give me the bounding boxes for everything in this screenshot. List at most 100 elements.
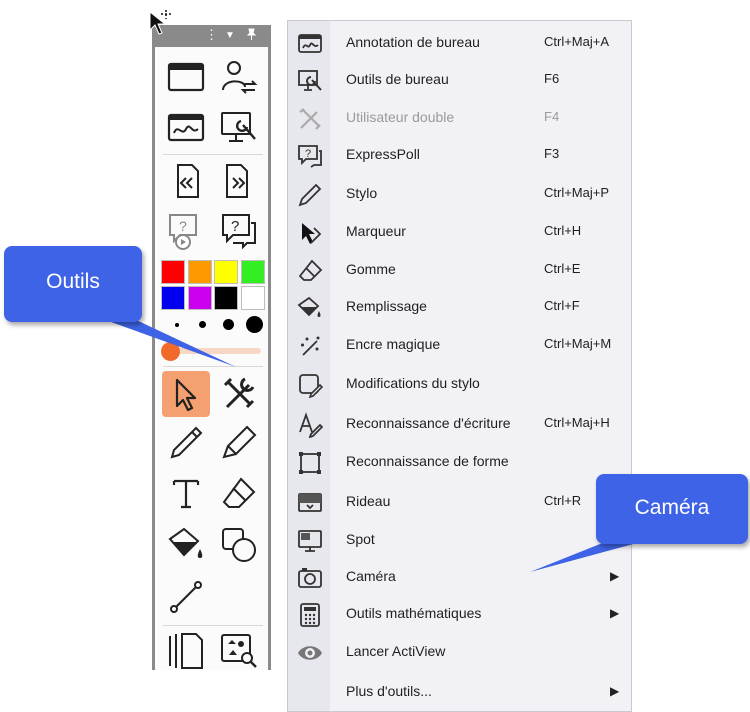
tools-icon (223, 377, 255, 409)
menu-item-curtain[interactable]: Rideau Ctrl+R (288, 484, 632, 520)
pen-tool-button[interactable] (166, 423, 206, 463)
callout-camera: Caméra (596, 474, 748, 544)
menu-item-shortcut: F6 (544, 71, 560, 86)
chevron-down-icon[interactable]: ▼ (225, 29, 235, 43)
menu-item-shortcut: Ctrl+H (544, 223, 582, 238)
color-swatch[interactable] (187, 286, 212, 310)
menu-item-handwriting-recognition[interactable]: Reconnaissance d'écriture Ctrl+Maj+H (288, 406, 632, 442)
callout-outils: Outils (4, 246, 142, 322)
menu-item-marker[interactable]: Marqueur Ctrl+H (288, 214, 632, 250)
color-swatch[interactable] (240, 260, 265, 284)
pen-size-m[interactable] (223, 319, 234, 330)
menu-item-camera[interactable]: Caméra ▶ (288, 559, 632, 595)
toolbar-separator (163, 154, 263, 155)
menu-item-eraser[interactable]: Gomme Ctrl+E (288, 252, 632, 288)
menu-item-label: Rideau (346, 493, 391, 509)
svg-text:?: ? (179, 218, 187, 234)
menu-item-label: Marqueur (346, 223, 406, 239)
fill-bucket-icon (168, 527, 203, 558)
menu-item-shortcut: Ctrl+Maj+P (544, 185, 610, 200)
menu-item-shortcut: Ctrl+R (544, 493, 582, 508)
color-swatch[interactable] (240, 286, 265, 310)
shapes-tool-button[interactable] (219, 525, 259, 565)
more-tools-icon (297, 680, 323, 706)
fill-bucket-icon (297, 295, 323, 321)
pin-icon[interactable] (245, 28, 258, 44)
desktop-annotation-icon (297, 31, 323, 57)
pen-size-l[interactable] (246, 316, 263, 333)
menu-item-desktop-tools[interactable]: Outils de bureau F6 (288, 62, 632, 98)
color-swatch[interactable] (214, 286, 238, 310)
menu-item-label: Annotation de bureau (346, 34, 480, 50)
pen-icon (297, 182, 323, 208)
eraser-icon (297, 258, 323, 284)
menu-item-magic-ink[interactable]: Encre magique Ctrl+Maj+M (288, 327, 632, 363)
next-page-button[interactable] (219, 161, 259, 201)
text-icon (172, 479, 200, 509)
curtain-icon (297, 490, 323, 516)
menu-item-pen[interactable]: Stylo Ctrl+Maj+P (288, 176, 632, 212)
expresspoll-button[interactable]: ? (219, 211, 259, 251)
menu-item-label: Outils mathématiques (346, 605, 482, 621)
menu-item-label: Utilisateur double (346, 109, 455, 125)
menu-item-label: Stylo (346, 185, 378, 201)
pen-size-s[interactable] (199, 321, 206, 328)
desktop-tools-button[interactable] (219, 107, 259, 147)
tools-context-menu: Annotation de bureau Ctrl+Maj+A Outils de … (287, 20, 632, 712)
menu-item-shape-recognition[interactable]: Reconnaissance de forme (288, 444, 632, 480)
eye-icon (297, 640, 323, 666)
resource-browser-button[interactable] (219, 630, 259, 670)
calculator-icon (297, 602, 323, 628)
menu-item-shortcut: Ctrl+F (544, 298, 580, 313)
opacity-slider-track[interactable] (169, 348, 261, 354)
tools-toolbar: ⋮ ▼ ? ? (152, 25, 271, 670)
eraser-tool-button[interactable] (219, 473, 259, 513)
menu-item-label: ExpressPoll (346, 146, 420, 162)
desktop-annotation-icon (167, 113, 205, 142)
connector-tool-button[interactable] (166, 577, 206, 617)
text-tool-button[interactable] (166, 473, 206, 513)
tools-button[interactable] (219, 373, 259, 413)
previous-page-button[interactable] (166, 161, 206, 201)
menu-item-label: Outils de bureau (346, 71, 449, 87)
expresspoll-play-button[interactable]: ? (166, 211, 206, 251)
user-switch-icon (222, 61, 258, 94)
submenu-arrow-icon: ▶ (610, 569, 620, 583)
menu-item-desktop-annotation[interactable]: Annotation de bureau Ctrl+Maj+A (288, 25, 632, 61)
select-arrow-icon (175, 378, 197, 412)
page-previous-icon (177, 164, 199, 198)
menu-item-shortcut: Ctrl+Maj+M (544, 336, 612, 351)
camera-icon (297, 565, 323, 591)
color-swatch[interactable] (161, 260, 185, 284)
pen-modifications-icon (297, 372, 324, 399)
color-swatch[interactable] (187, 260, 212, 284)
submenu-arrow-icon: ▶ (610, 684, 620, 698)
menu-item-shortcut: Ctrl+Maj+H (544, 415, 610, 430)
marker-icon (297, 220, 323, 246)
select-tool-button[interactable] (162, 371, 210, 417)
color-swatch[interactable] (161, 286, 185, 310)
menu-item-label: Gomme (346, 261, 396, 277)
menu-item-fill-bucket[interactable]: Remplissage Ctrl+F (288, 289, 632, 325)
menu-item-eye[interactable]: Lancer ActiView (288, 634, 632, 670)
fill-tool-button[interactable] (166, 525, 206, 565)
menu-item-expresspoll[interactable]: ? ExpressPoll F3 (288, 137, 632, 173)
desktop-annotation-button[interactable] (166, 107, 206, 147)
more-vertical-icon[interactable]: ⋮ (205, 28, 218, 42)
menu-item-shortcut: F3 (544, 146, 560, 161)
menu-item-calculator[interactable]: Outils mathématiques ▶ (288, 596, 632, 632)
page-browser-button[interactable] (166, 630, 206, 670)
color-swatch[interactable] (214, 260, 238, 284)
pen-size-xs[interactable] (175, 323, 179, 327)
marker-tool-button[interactable] (219, 423, 259, 463)
desktop-tools-icon (221, 112, 256, 142)
menu-item-spotlight[interactable]: Spot (288, 522, 632, 558)
spotlight-icon (297, 528, 323, 554)
menu-item-more-tools[interactable]: Plus d'outils... ▶ (288, 674, 632, 710)
menu-item-pen-modifications[interactable]: Modifications du stylo (288, 366, 632, 402)
submenu-arrow-icon: ▶ (610, 606, 620, 620)
dual-user-tool-button[interactable] (219, 57, 259, 97)
desktop-annotation-tool-button[interactable] (166, 57, 206, 97)
marker-icon (222, 425, 257, 459)
opacity-slider-thumb[interactable] (161, 342, 180, 361)
